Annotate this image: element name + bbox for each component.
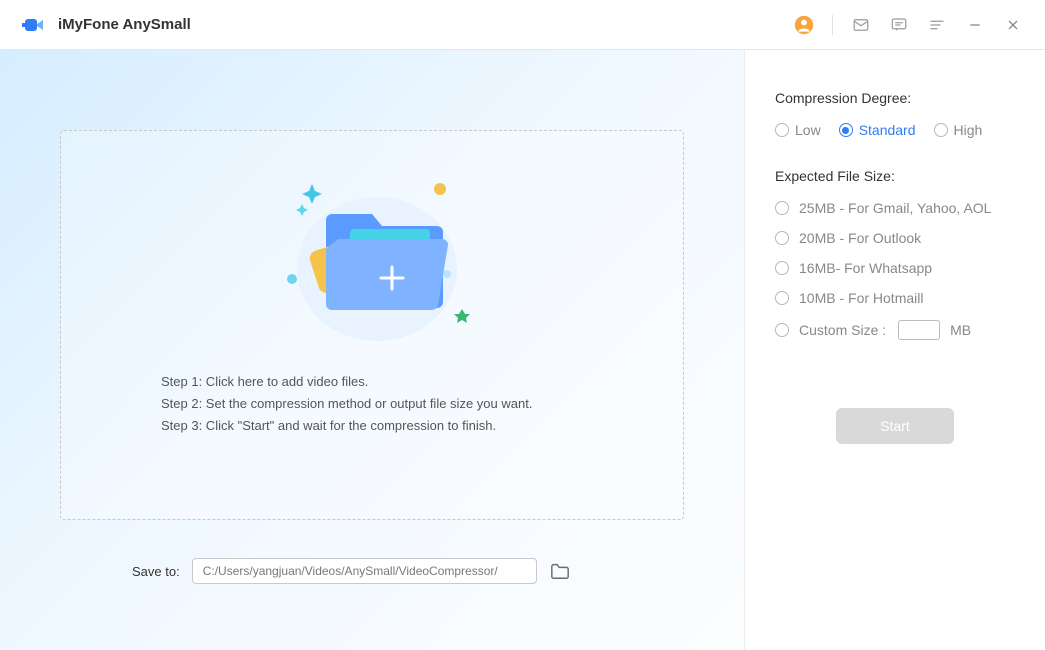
custom-size-input[interactable]	[898, 320, 940, 340]
custom-size-label: Custom Size :	[799, 322, 886, 338]
step-3-text: Step 3: Click "Start" and wait for the c…	[161, 415, 532, 437]
compression-degree-group: Low Standard High	[775, 122, 1015, 138]
degree-low-label: Low	[795, 122, 821, 138]
degree-low[interactable]: Low	[775, 122, 821, 138]
close-icon[interactable]	[1003, 15, 1023, 35]
degree-high[interactable]: High	[934, 122, 983, 138]
step-1-text: Step 1: Click here to add video files.	[161, 371, 532, 393]
compression-degree-title: Compression Degree:	[775, 90, 1015, 106]
app-logo-icon	[22, 12, 48, 38]
size-option-custom[interactable]: Custom Size : MB	[775, 320, 1015, 340]
main-area: Step 1: Click here to add video files. S…	[0, 50, 745, 650]
save-row: Save to:	[60, 558, 684, 584]
feedback-icon[interactable]	[889, 15, 909, 35]
radio-icon	[775, 201, 789, 215]
size-option-25mb[interactable]: 25MB - For Gmail, Yahoo, AOL	[775, 200, 1015, 216]
size-option-label: 10MB - For Hotmaill	[799, 290, 923, 306]
degree-standard[interactable]: Standard	[839, 122, 916, 138]
radio-icon	[775, 123, 789, 137]
browse-folder-icon[interactable]	[549, 561, 571, 581]
sidebar: Compression Degree: Low Standard High Ex…	[745, 50, 1045, 650]
radio-icon	[839, 123, 853, 137]
size-option-label: 25MB - For Gmail, Yahoo, AOL	[799, 200, 991, 216]
size-option-16mb[interactable]: 16MB- For Whatsapp	[775, 260, 1015, 276]
app-title: iMyFone AnySmall	[58, 16, 191, 33]
custom-size-unit: MB	[950, 322, 971, 338]
mail-icon[interactable]	[851, 15, 871, 35]
dropzone[interactable]: Step 1: Click here to add video files. S…	[60, 130, 684, 520]
size-option-10mb[interactable]: 10MB - For Hotmaill	[775, 290, 1015, 306]
minimize-icon[interactable]	[965, 15, 985, 35]
titlebar: iMyFone AnySmall	[0, 0, 1045, 50]
radio-icon	[775, 323, 789, 337]
size-option-label: 20MB - For Outlook	[799, 230, 921, 246]
size-option-20mb[interactable]: 20MB - For Outlook	[775, 230, 1015, 246]
titlebar-left: iMyFone AnySmall	[22, 12, 191, 38]
content-area: Step 1: Click here to add video files. S…	[0, 50, 1045, 650]
radio-icon	[934, 123, 948, 137]
expected-size-title: Expected File Size:	[775, 168, 1015, 184]
instructions: Step 1: Click here to add video files. S…	[161, 371, 532, 437]
expected-size-group: 25MB - For Gmail, Yahoo, AOL 20MB - For …	[775, 200, 1015, 340]
folder-illustration-icon	[252, 159, 492, 349]
menu-icon[interactable]	[927, 15, 947, 35]
radio-icon	[775, 261, 789, 275]
radio-icon	[775, 291, 789, 305]
degree-high-label: High	[954, 122, 983, 138]
size-option-label: 16MB- For Whatsapp	[799, 260, 932, 276]
start-button[interactable]: Start	[836, 408, 954, 444]
profile-icon[interactable]	[794, 15, 814, 35]
save-to-label: Save to:	[132, 564, 180, 579]
titlebar-right	[794, 15, 1023, 35]
radio-icon	[775, 231, 789, 245]
separator	[832, 15, 833, 35]
save-path-input[interactable]	[192, 558, 537, 584]
step-2-text: Step 2: Set the compression method or ou…	[161, 393, 532, 415]
degree-standard-label: Standard	[859, 122, 916, 138]
